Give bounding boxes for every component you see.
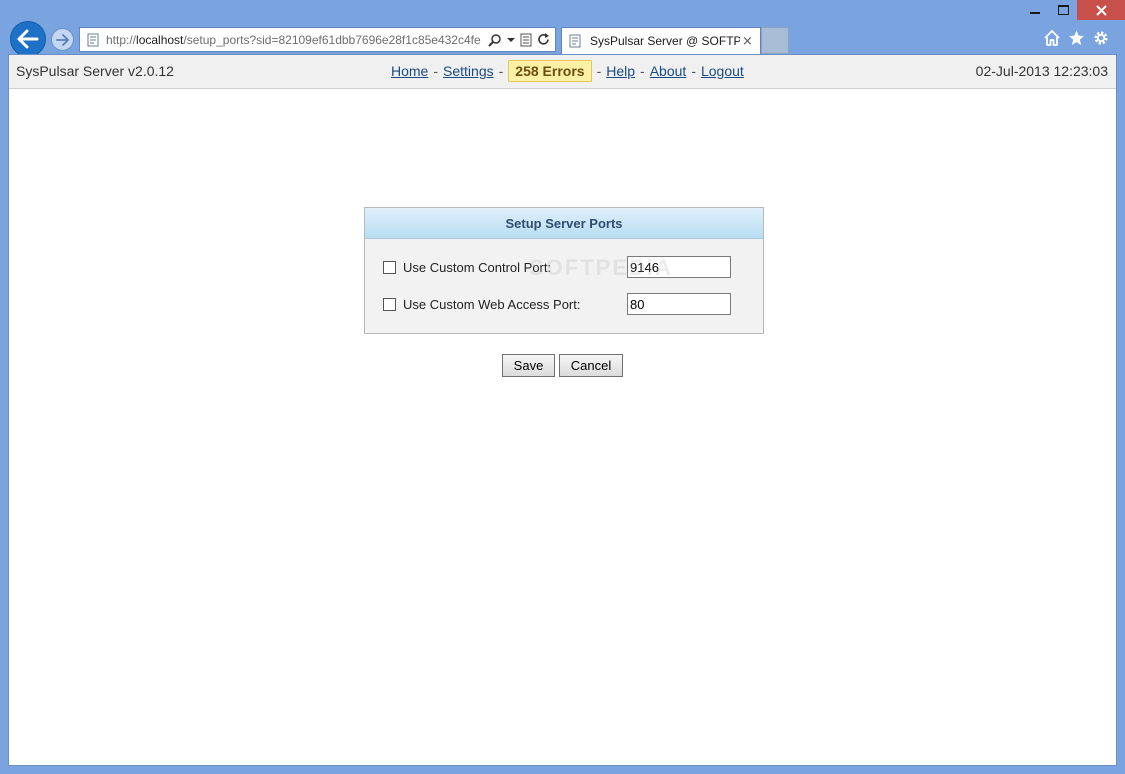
browser-window: http://localhost/setup_ports?sid=82109ef… xyxy=(0,0,1125,774)
settings-gear-icon[interactable] xyxy=(1093,30,1109,46)
page-viewport: SysPulsar Server v2.0.12 Home - Settings… xyxy=(8,54,1117,766)
close-icon xyxy=(1095,4,1107,16)
browser-tab-active[interactable]: SysPulsar Server @ SOFTPE... × xyxy=(561,27,761,54)
close-window-button[interactable] xyxy=(1077,0,1125,20)
minimize-button[interactable] xyxy=(1021,0,1049,20)
web-port-row: Use Custom Web Access Port: xyxy=(383,297,581,312)
control-port-row: Use Custom Control Port: xyxy=(383,260,551,275)
nav-separator: - xyxy=(640,63,645,79)
maximize-icon xyxy=(1057,5,1069,15)
window-controls xyxy=(1021,0,1125,20)
forward-arrow-icon xyxy=(55,33,69,46)
nav-home-link[interactable]: Home xyxy=(391,63,428,79)
cancel-button[interactable]: Cancel xyxy=(559,354,623,377)
nav-separator: - xyxy=(596,63,602,79)
favorites-star-icon[interactable] xyxy=(1068,30,1085,46)
refresh-icon[interactable] xyxy=(537,33,550,46)
app-title: SysPulsar Server v2.0.12 xyxy=(16,63,174,79)
back-button[interactable] xyxy=(10,21,46,57)
forward-button[interactable] xyxy=(51,28,74,51)
back-arrow-icon xyxy=(17,29,39,49)
address-url[interactable]: http://localhost/setup_ports?sid=82109ef… xyxy=(106,33,484,47)
browser-toolbar-icons xyxy=(1044,30,1109,46)
control-port-input[interactable] xyxy=(627,256,731,278)
nav-separator: - xyxy=(498,63,504,79)
search-icon[interactable] xyxy=(488,33,502,47)
nav-settings-link[interactable]: Settings xyxy=(443,63,494,79)
main-nav: Home - Settings - 258 Errors - Help - Ab… xyxy=(391,59,744,83)
dropdown-arrow-icon[interactable] xyxy=(507,37,515,43)
tab-title: SysPulsar Server @ SOFTPE... xyxy=(590,34,740,48)
control-port-label: Use Custom Control Port: xyxy=(403,260,552,275)
nav-logout-link[interactable]: Logout xyxy=(701,63,744,79)
web-port-input[interactable] xyxy=(627,293,731,315)
url-scheme: http:// xyxy=(106,32,137,47)
control-port-checkbox[interactable] xyxy=(383,261,396,274)
setup-ports-panel: Setup Server Ports Use Custom Control Po… xyxy=(364,207,764,334)
server-datetime: 02-Jul-2013 12:23:03 xyxy=(975,63,1108,79)
panel-title: Setup Server Ports xyxy=(365,208,763,239)
app-header: SysPulsar Server v2.0.12 Home - Settings… xyxy=(9,55,1116,89)
nav-separator: - xyxy=(433,63,439,79)
maximize-button[interactable] xyxy=(1049,0,1077,20)
tab-page-icon xyxy=(568,33,584,49)
nav-help-link[interactable]: Help xyxy=(606,63,635,79)
nav-separator: - xyxy=(691,63,696,79)
url-host: localhost xyxy=(136,32,184,47)
compatibility-view-icon[interactable] xyxy=(520,33,532,47)
minimize-icon xyxy=(1030,12,1040,14)
home-icon[interactable] xyxy=(1044,30,1060,46)
tab-close-icon[interactable]: × xyxy=(742,34,753,49)
new-tab-button[interactable] xyxy=(761,27,789,54)
web-port-label: Use Custom Web Access Port: xyxy=(403,297,581,312)
save-button[interactable]: Save xyxy=(502,354,555,377)
web-port-checkbox[interactable] xyxy=(383,298,396,311)
address-bar[interactable]: http://localhost/setup_ports?sid=82109ef… xyxy=(79,27,556,52)
url-path: /setup_ports?sid=82109ef61dbb7696e28f1c8… xyxy=(183,32,481,47)
page-icon xyxy=(84,31,102,49)
address-tools xyxy=(488,33,550,47)
errors-badge[interactable]: 258 Errors xyxy=(508,60,592,82)
nav-about-link[interactable]: About xyxy=(650,63,687,79)
